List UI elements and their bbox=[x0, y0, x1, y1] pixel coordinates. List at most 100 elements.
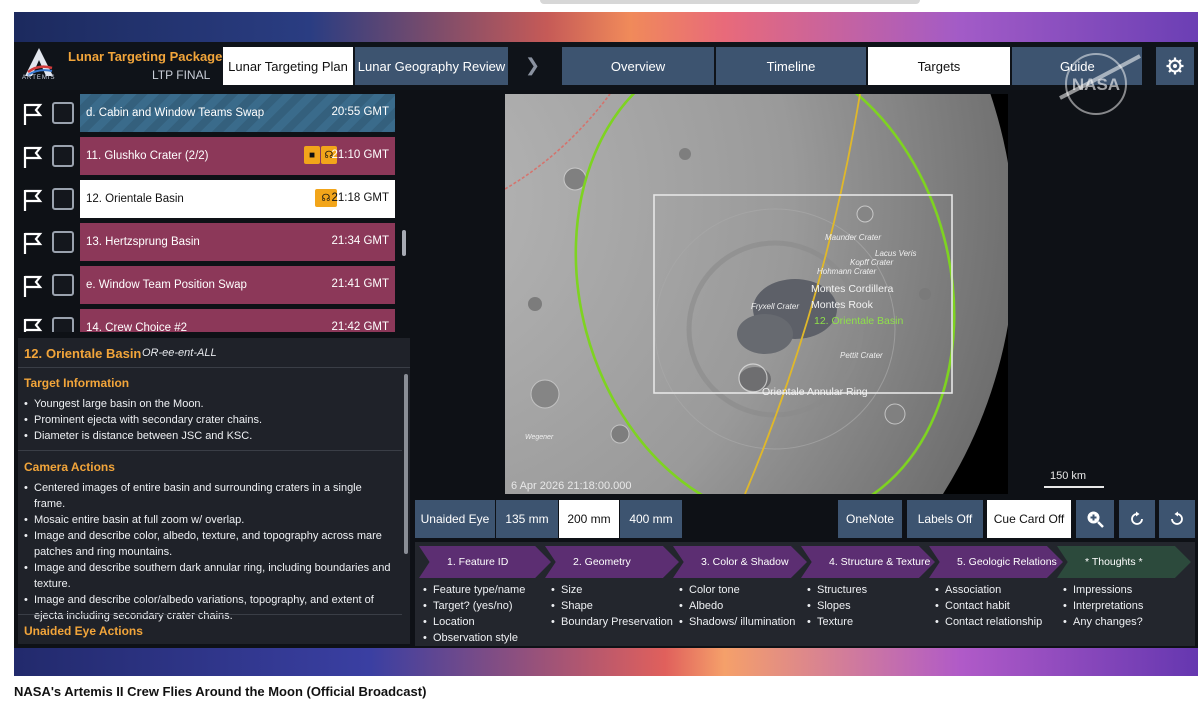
target-pronunciation: OR-ee-ent-ALL bbox=[142, 347, 217, 359]
list-item-bar[interactable]: d. Cabin and Window Teams Swap 20:55 GMT bbox=[80, 94, 395, 132]
list-item-selected[interactable]: 12. Orientale Basin ☊ 21:18 GMT bbox=[14, 180, 412, 218]
flag-icon[interactable] bbox=[22, 102, 44, 126]
app-header: ARTEMIS Lunar Targeting Package LTP FINA… bbox=[14, 42, 1198, 115]
workflow-step-geologic-relations: 5. Geologic Relations bbox=[929, 546, 1063, 578]
list-item: Boundary Preservation bbox=[551, 614, 673, 630]
list-item-label: d. Cabin and Window Teams Swap bbox=[86, 107, 265, 119]
checkbox[interactable] bbox=[52, 317, 74, 332]
list-item[interactable]: 11. Glushko Crater (2/2) ■ ☊ 21:10 GMT bbox=[14, 137, 412, 175]
cue-card-toggle-button[interactable]: Cue Card Off bbox=[987, 500, 1071, 538]
list-item[interactable]: d. Cabin and Window Teams Swap 20:55 GMT bbox=[14, 94, 412, 132]
workflow-step-color-shadow: 3. Color & Shadow bbox=[673, 546, 807, 578]
target-name: Orientale Basin bbox=[46, 346, 142, 361]
tab-timeline[interactable]: Timeline bbox=[716, 47, 866, 85]
map-label: Kopff Crater bbox=[850, 258, 893, 267]
info-scrollbar[interactable] bbox=[404, 374, 408, 554]
nasa-watermark-text: NASA bbox=[1072, 75, 1120, 94]
feature-id-list: Feature type/name Target? (yes/no) Locat… bbox=[423, 582, 525, 646]
list-item-label: e. Window Team Position Swap bbox=[86, 279, 247, 291]
camera-icon: ■ bbox=[304, 146, 320, 164]
list-item-label: 13. Hertzsprung Basin bbox=[86, 236, 200, 248]
flag-icon[interactable] bbox=[22, 188, 44, 212]
map-scale-bar bbox=[1044, 486, 1104, 488]
flag-icon[interactable] bbox=[22, 274, 44, 298]
tab-lunar-geography-review[interactable]: Lunar Geography Review bbox=[355, 47, 508, 85]
list-item-bar[interactable]: e. Window Team Position Swap 21:41 GMT bbox=[80, 266, 395, 304]
map-label: Montes Cordillera bbox=[811, 283, 893, 295]
gear-icon bbox=[1166, 57, 1184, 75]
list-item[interactable]: 14. Crew Choice #2 21:42 GMT bbox=[14, 309, 412, 332]
list-scrollbar[interactable] bbox=[402, 230, 406, 256]
broadcast-top-band bbox=[14, 12, 1198, 42]
list-item: Contact relationship bbox=[935, 614, 1042, 630]
flag-icon[interactable] bbox=[22, 231, 44, 255]
list-item-bar[interactable]: 13. Hertzsprung Basin 21:34 GMT bbox=[80, 223, 395, 261]
structure-texture-list: Structures Slopes Texture bbox=[807, 582, 867, 630]
list-item: Shape bbox=[551, 598, 673, 614]
checkbox[interactable] bbox=[52, 188, 74, 210]
target-number: 12. bbox=[24, 346, 43, 361]
list-item: Target? (yes/no) bbox=[423, 598, 525, 614]
zoom-unaided-eye-button[interactable]: Unaided Eye bbox=[415, 500, 495, 538]
list-item: Image and describe southern dark annular… bbox=[24, 560, 394, 592]
map-label: Orientale Annular Ring bbox=[762, 386, 868, 398]
zoom-in-button[interactable] bbox=[1076, 500, 1114, 538]
target-information-list: Youngest large basin on the Moon. Promin… bbox=[24, 396, 394, 444]
checkbox[interactable] bbox=[52, 231, 74, 253]
tab-lunar-targeting-plan[interactable]: Lunar Targeting Plan bbox=[223, 47, 353, 85]
color-shadow-list: Color tone Albedo Shadows/ illumination bbox=[679, 582, 795, 630]
checkbox[interactable] bbox=[52, 145, 74, 167]
list-item[interactable]: e. Window Team Position Swap 21:41 GMT bbox=[14, 266, 412, 304]
flag-icon[interactable] bbox=[22, 317, 44, 332]
video-caption: NASA's Artemis II Crew Flies Around the … bbox=[14, 684, 427, 699]
list-item-bar[interactable]: 11. Glushko Crater (2/2) ■ ☊ 21:10 GMT bbox=[80, 137, 395, 175]
list-item: Youngest large basin on the Moon. bbox=[24, 396, 394, 412]
zoom-200mm-button[interactable]: 200 mm bbox=[559, 500, 619, 538]
moon-map-view[interactable]: Maunder Crater Lacus Veris Kopff Crater … bbox=[505, 94, 1008, 494]
list-item-bar[interactable]: 14. Crew Choice #2 21:42 GMT bbox=[80, 309, 395, 332]
list-item: Structures bbox=[807, 582, 867, 598]
tab-targets[interactable]: Targets bbox=[868, 47, 1010, 85]
list-item: Observation style bbox=[423, 630, 525, 646]
window-top-handle bbox=[540, 0, 920, 4]
targets-list: d. Cabin and Window Teams Swap 20:55 GMT… bbox=[14, 94, 412, 332]
checkbox[interactable] bbox=[52, 102, 74, 124]
camera-actions-list: Centered images of entire basin and surr… bbox=[24, 480, 394, 624]
list-item: Shadows/ illumination bbox=[679, 614, 795, 630]
lunar-targeting-app: ARTEMIS Lunar Targeting Package LTP FINA… bbox=[14, 42, 1198, 648]
onenote-button[interactable]: OneNote bbox=[838, 500, 902, 538]
rotate-clockwise-button[interactable] bbox=[1119, 500, 1155, 538]
geometry-list: Size Shape Boundary Preservation bbox=[551, 582, 673, 630]
zoom-400mm-button[interactable]: 400 mm bbox=[620, 500, 682, 538]
map-label: Montes Rook bbox=[811, 299, 874, 311]
map-label-selected-target: 12. Orientale Basin bbox=[814, 315, 903, 327]
magnifier-plus-icon bbox=[1087, 511, 1104, 528]
flag-icon[interactable] bbox=[22, 145, 44, 169]
map-label: Fryxell Crater bbox=[751, 302, 799, 311]
list-item: Location bbox=[423, 614, 525, 630]
list-item: Image and describe color/albedo variatio… bbox=[24, 592, 394, 624]
map-label: Wegener bbox=[525, 434, 554, 441]
list-item-time: 21:34 GMT bbox=[331, 235, 389, 247]
divider bbox=[18, 450, 402, 451]
workflow-step-feature-id: 1. Feature ID bbox=[419, 546, 551, 578]
list-item: Size bbox=[551, 582, 673, 598]
list-item: Feature type/name bbox=[423, 582, 525, 598]
map-label: Maunder Crater bbox=[825, 233, 881, 242]
nasa-watermark: NASA bbox=[1059, 53, 1141, 115]
tab-overview[interactable]: Overview bbox=[562, 47, 714, 85]
rotate-counterclockwise-button[interactable] bbox=[1159, 500, 1195, 538]
target-info-panel: 12. Orientale Basin OR-ee-ent-ALL Target… bbox=[18, 338, 410, 644]
rotate-ccw-icon bbox=[1171, 511, 1183, 525]
labels-toggle-button[interactable]: Labels Off bbox=[907, 500, 983, 538]
list-item-label: 12. Orientale Basin bbox=[86, 193, 184, 205]
settings-button[interactable] bbox=[1156, 47, 1194, 85]
list-item: Albedo bbox=[679, 598, 795, 614]
section-title-unaided-eye-actions: Unaided Eye Actions bbox=[24, 624, 143, 638]
list-item[interactable]: 13. Hertzsprung Basin 21:34 GMT bbox=[14, 223, 412, 261]
list-item: Impressions bbox=[1063, 582, 1143, 598]
chevron-right-icon[interactable]: ❯ bbox=[525, 55, 540, 76]
zoom-135mm-button[interactable]: 135 mm bbox=[496, 500, 558, 538]
list-item-bar[interactable]: 12. Orientale Basin ☊ 21:18 GMT bbox=[80, 180, 395, 218]
checkbox[interactable] bbox=[52, 274, 74, 296]
